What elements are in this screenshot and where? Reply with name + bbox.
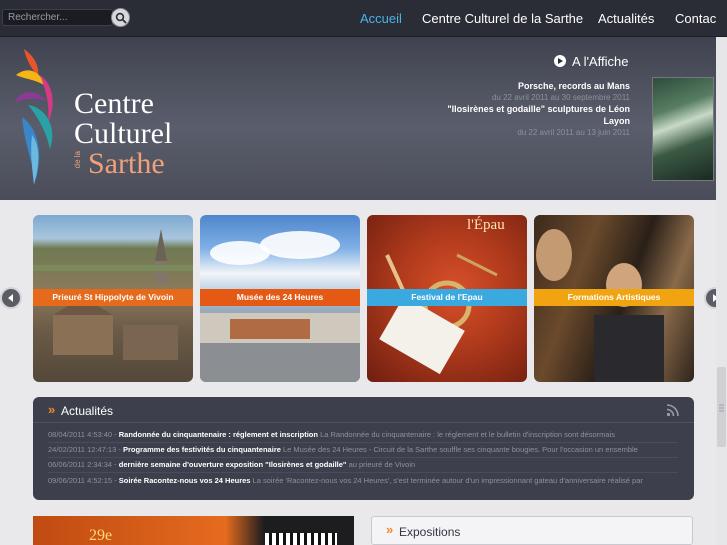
- row-divider: [48, 472, 678, 473]
- carousel-card-formations[interactable]: Formations Artistiques: [534, 215, 694, 382]
- carousel-card-label[interactable]: Festival de l'Epau: [367, 289, 527, 306]
- affiche-item-dates: du 22 avril 2011 au 30 septembre 2011: [491, 93, 630, 102]
- carousel-card-festival[interactable]: l'Épau Festival de l'Epau: [367, 215, 527, 382]
- news-row[interactable]: 24/02/2011 12:47:13 - Programme des fest…: [48, 443, 676, 457]
- search-icon: [115, 12, 127, 24]
- carousel-card-label[interactable]: Formations Artistiques: [534, 289, 694, 306]
- news-row[interactable]: 08/04/2011 4:53:40 - Randonnée du cinqua…: [48, 428, 676, 442]
- carousel-card-label[interactable]: Musée des 24 Heures: [200, 289, 360, 306]
- affiche-item[interactable]: Porsche, records au Mans du 22 avril 201…: [430, 80, 630, 103]
- news-row[interactable]: 09/06/2011 4:52:15 - Soirée Racontez-nou…: [48, 474, 676, 488]
- news-title: Actualités: [61, 404, 114, 418]
- news-header: » Actualités: [33, 397, 694, 423]
- news-headline[interactable]: Programme des festivités du cinquantenai…: [123, 445, 281, 454]
- site-header: Centre Culturel de la Sarthe A l'Affiche…: [0, 37, 727, 200]
- affiche-item[interactable]: "Ilosirènes et godaille" sculptures de L…: [430, 103, 630, 138]
- nav-centre-culturel[interactable]: Centre Culturel de la Sarthe: [422, 11, 583, 26]
- news-panel: » Actualités 08/04/2011 4:53:40 - Randon…: [33, 397, 694, 500]
- news-date: 09/06/2011 4:52:15: [48, 476, 113, 485]
- logo-line-sarthe: Sarthe: [88, 147, 165, 180]
- expositions-title[interactable]: Expositions: [399, 525, 460, 539]
- double-chevron-icon: »: [48, 402, 56, 417]
- banner-number: 29e: [89, 527, 113, 544]
- top-bar: Accueil Centre Culturel de la Sarthe Act…: [0, 0, 727, 37]
- rss-icon[interactable]: [666, 404, 679, 417]
- carousel-card-musee[interactable]: Musée des 24 Heures: [200, 215, 360, 382]
- news-row[interactable]: 06/06/2011 2:34:34 - dernière semaine d'…: [48, 458, 676, 472]
- carousel-prev-button[interactable]: [0, 287, 22, 309]
- affiche-item-dates: du 22 avril 2011 au 13 juin 2011: [517, 128, 630, 137]
- carousel-card-prieure[interactable]: Prieuré St Hippolyte de Vivoin: [33, 215, 193, 382]
- news-headline[interactable]: dernière semaine d'ouverture exposition …: [119, 460, 347, 469]
- news-headline[interactable]: Soirée Racontez-nous vos 24 Heures: [119, 476, 251, 485]
- search-input[interactable]: [2, 9, 113, 26]
- nav-actualites[interactable]: Actualités: [598, 11, 654, 26]
- double-chevron-icon: »: [386, 522, 394, 537]
- news-date: 24/02/2011 12:47:13: [48, 445, 117, 454]
- site-logo[interactable]: Centre Culturel de la Sarthe: [10, 45, 180, 190]
- qr-code-image: [265, 533, 337, 545]
- carousel-card-label[interactable]: Prieuré St Hippolyte de Vivoin: [33, 289, 193, 306]
- promo-banner[interactable]: 29e: [33, 516, 354, 545]
- news-excerpt: Le Musée des 24 Heures - Circuit de la S…: [283, 445, 638, 454]
- search-button[interactable]: [111, 8, 130, 27]
- logo-line-de-la: de la: [73, 151, 82, 169]
- logo-line-centre: Centre: [74, 87, 154, 120]
- affiche-thumbnail-image[interactable]: [652, 77, 714, 181]
- news-excerpt: La soirée 'Racontez-nous vos 24 Heures',…: [252, 476, 643, 485]
- expositions-panel: » Expositions: [371, 516, 693, 545]
- arrow-right-icon: [554, 55, 566, 67]
- nav-accueil[interactable]: Accueil: [360, 11, 402, 26]
- news-headline[interactable]: Randonnée du cinquantenaire : réglement …: [119, 430, 318, 439]
- affiche-item-title[interactable]: Porsche, records au Mans: [430, 80, 630, 92]
- news-excerpt: au prieuré de Vivoin: [348, 460, 416, 469]
- flame-logo-icon: [14, 49, 53, 185]
- news-date: 08/04/2011 4:53:40: [48, 430, 113, 439]
- news-excerpt: La Randonnée du cinquantenaire : le régl…: [320, 430, 616, 439]
- feature-carousel: Prieuré St Hippolyte de Vivoin Musée des…: [0, 212, 727, 384]
- nav-contact[interactable]: Contac: [675, 11, 716, 26]
- affiche-item-title[interactable]: "Ilosirènes et godaille" sculptures de L…: [430, 103, 630, 127]
- news-date: 06/06/2011 2:34:34: [48, 460, 113, 469]
- logo-line-culturel: Culturel: [74, 117, 173, 150]
- page-scrollbar[interactable]: [716, 37, 727, 545]
- chevron-left-icon: [8, 294, 13, 302]
- affiche-title: A l'Affiche: [572, 54, 629, 69]
